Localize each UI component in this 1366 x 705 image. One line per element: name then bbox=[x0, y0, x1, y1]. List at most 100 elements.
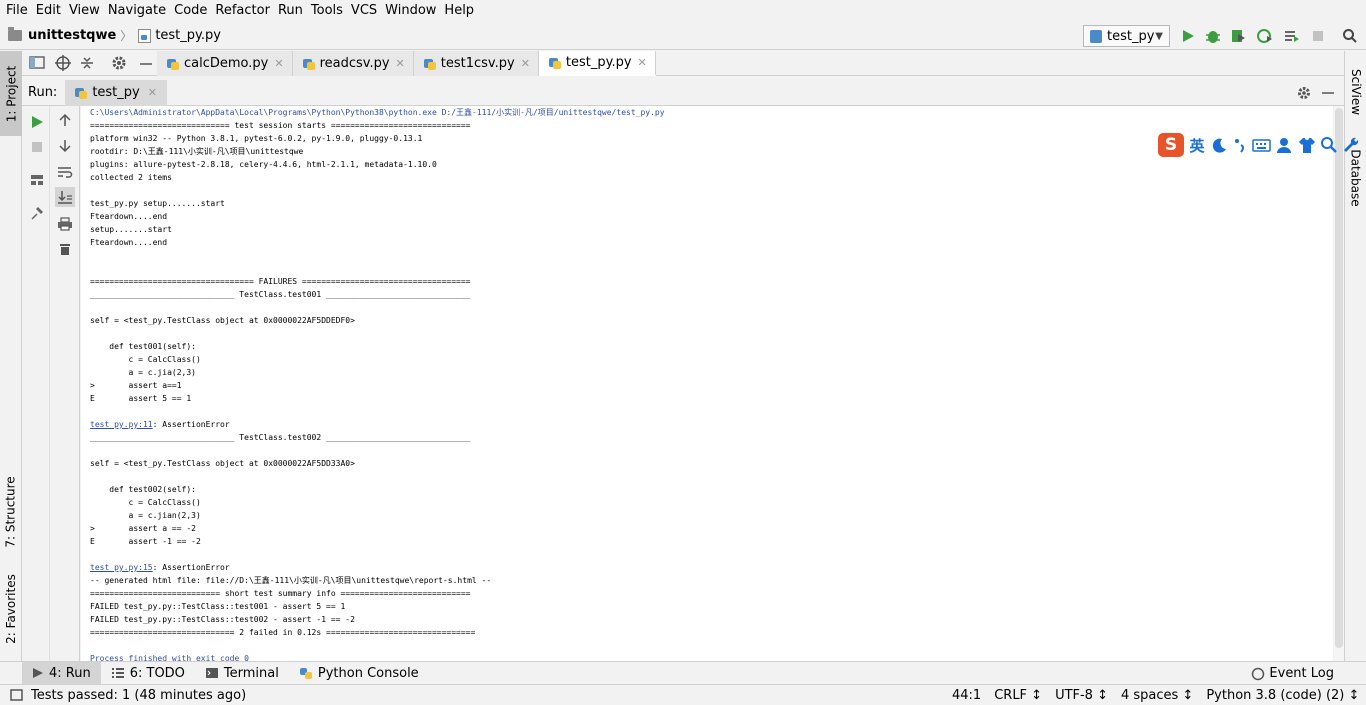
project-tool-tab-label: 1: Project bbox=[4, 65, 18, 122]
breadcrumb-file[interactable]: test_py.py bbox=[155, 28, 221, 43]
menu-code[interactable]: Code bbox=[170, 0, 211, 22]
todo-tool-tab[interactable]: 6: TODO bbox=[101, 662, 195, 685]
menu-vcs[interactable]: VCS bbox=[347, 0, 381, 22]
python-interpreter[interactable]: Python 3.8 (code) (2) ↕ bbox=[1206, 688, 1359, 703]
close-icon[interactable]: ✕ bbox=[521, 57, 530, 70]
run-tab[interactable]: test_py ✕ bbox=[65, 79, 167, 106]
collapse-all-icon[interactable] bbox=[78, 54, 96, 72]
skin-icon[interactable] bbox=[1298, 136, 1316, 154]
console-line: self = <test_py.TestClass object at 0x00… bbox=[90, 459, 355, 468]
run-side-toolbar bbox=[22, 106, 50, 661]
keyboard-icon[interactable] bbox=[1252, 136, 1272, 154]
rerun-button[interactable] bbox=[27, 112, 47, 132]
close-icon[interactable]: ✕ bbox=[638, 56, 647, 69]
python-file-icon bbox=[302, 57, 315, 71]
search-icon[interactable] bbox=[1320, 136, 1338, 154]
restore-layout-button[interactable] bbox=[27, 170, 47, 190]
run-configuration-dropdown[interactable]: test_py ▼ bbox=[1083, 25, 1170, 47]
line-separator[interactable]: CRLF ↕ bbox=[994, 688, 1042, 703]
scroll-to-end-button[interactable] bbox=[55, 187, 75, 207]
sogou-logo-icon[interactable]: S bbox=[1158, 133, 1184, 157]
console-output[interactable]: C:\Users\Administrator\AppData\Local\Pro… bbox=[81, 106, 1333, 661]
console-side-toolbar bbox=[50, 106, 80, 661]
event-log-tab[interactable]: Event Log bbox=[1251, 662, 1334, 685]
gear-icon[interactable] bbox=[1296, 85, 1312, 101]
file-encoding[interactable]: UTF-8 ↕ bbox=[1055, 688, 1108, 703]
editor-tab[interactable]: test1csv.py ✕ bbox=[413, 51, 539, 76]
locate-icon[interactable] bbox=[54, 54, 72, 72]
minimize-icon[interactable] bbox=[138, 55, 154, 71]
wrap-icon bbox=[58, 167, 73, 178]
caret-position[interactable]: 44:1 bbox=[952, 688, 981, 703]
console-line: platform win32 -- Python 3.8.1, pytest-6… bbox=[90, 134, 423, 143]
search-icon bbox=[1343, 29, 1357, 43]
soft-wrap-button[interactable] bbox=[55, 162, 75, 182]
console-line: collected 2 items bbox=[90, 173, 172, 182]
bottom-tool-bar: 4: Run 6: TODO Terminal Python Console E… bbox=[0, 661, 1366, 685]
console-line: a = c.jian(2,3) bbox=[90, 511, 201, 520]
scroll-to-end-icon bbox=[58, 191, 72, 204]
next-occurrence-button[interactable] bbox=[55, 136, 75, 156]
run-concurrency-button[interactable] bbox=[1283, 27, 1301, 45]
run-label: Run: bbox=[28, 85, 58, 100]
console-file-link[interactable]: test_py.py:11 bbox=[90, 420, 153, 429]
console-line: self = <test_py.TestClass object at 0x00… bbox=[90, 316, 355, 325]
stop-button[interactable] bbox=[1309, 27, 1327, 45]
favorites-tool-tab[interactable]: 2: Favorites bbox=[0, 566, 22, 651]
wrench-icon[interactable] bbox=[1342, 136, 1360, 154]
clear-all-button[interactable] bbox=[55, 239, 75, 259]
structure-tool-tab[interactable]: 7: Structure bbox=[0, 469, 22, 554]
moon-icon[interactable] bbox=[1210, 136, 1228, 154]
menu-window[interactable]: Window bbox=[381, 0, 440, 22]
close-icon[interactable]: ✕ bbox=[274, 57, 283, 70]
console-line: ______________________________ TestClass… bbox=[90, 290, 471, 299]
terminal-tool-tab[interactable]: Terminal bbox=[195, 662, 289, 685]
menu-file[interactable]: File bbox=[2, 0, 32, 22]
user-icon[interactable] bbox=[1276, 136, 1294, 154]
sciview-tool-tab-label: SciView bbox=[1349, 68, 1363, 116]
run-tool-header: Run: test_py ✕ bbox=[22, 79, 1344, 106]
debug-button[interactable] bbox=[1204, 27, 1222, 45]
print-button[interactable] bbox=[55, 214, 75, 234]
python-console-tool-tab[interactable]: Python Console bbox=[289, 662, 429, 685]
gear-icon[interactable] bbox=[110, 54, 128, 72]
run-tool-tab[interactable]: 4: Run bbox=[22, 661, 101, 685]
scrollbar-thumb[interactable] bbox=[1335, 108, 1343, 648]
breadcrumb-project[interactable]: unittestqwe bbox=[28, 28, 116, 43]
minimize-icon[interactable] bbox=[1320, 85, 1336, 101]
profile-button[interactable] bbox=[1256, 27, 1274, 45]
console-line: FAILED test_py.py::TestClass::test002 - … bbox=[90, 615, 355, 624]
python-file-icon bbox=[167, 57, 179, 71]
previous-occurrence-button[interactable] bbox=[55, 110, 75, 130]
sciview-tool-tab[interactable]: SciView bbox=[1345, 59, 1366, 125]
punctuation-icon[interactable] bbox=[1232, 136, 1248, 154]
ime-language-toggle[interactable]: 英 bbox=[1188, 135, 1206, 156]
run-button[interactable] bbox=[1179, 27, 1197, 45]
close-icon[interactable]: ✕ bbox=[148, 86, 157, 99]
console-scrollbar[interactable] bbox=[1334, 106, 1344, 661]
menu-run[interactable]: Run bbox=[274, 0, 307, 22]
console-file-link[interactable]: test_py.py:15 bbox=[90, 563, 153, 572]
editor-tab[interactable]: calcDemo.py ✕ bbox=[157, 51, 293, 76]
close-icon[interactable]: ✕ bbox=[396, 57, 405, 70]
pin-tab-button[interactable] bbox=[27, 203, 47, 223]
toggle-tool-windows-icon[interactable] bbox=[10, 688, 24, 702]
layout-icon[interactable] bbox=[28, 54, 46, 72]
menu-edit[interactable]: Edit bbox=[32, 0, 65, 22]
menu-navigate[interactable]: Navigate bbox=[104, 0, 170, 22]
menu-help[interactable]: Help bbox=[440, 0, 478, 22]
menu-view[interactable]: View bbox=[65, 0, 104, 22]
stop-button[interactable] bbox=[27, 137, 47, 157]
menu-refactor[interactable]: Refactor bbox=[211, 0, 274, 22]
indent-setting[interactable]: 4 spaces ↕ bbox=[1121, 688, 1193, 703]
breadcrumb-separator: 〉 bbox=[120, 29, 133, 43]
console-line: =========================== short test s… bbox=[90, 589, 471, 598]
menu-tools[interactable]: Tools bbox=[307, 0, 347, 22]
editor-tab-active[interactable]: test_py.py ✕ bbox=[538, 51, 656, 76]
search-everywhere-button[interactable] bbox=[1341, 27, 1359, 45]
editor-tab[interactable]: readcsv.py ✕ bbox=[292, 51, 414, 76]
project-tool-tab[interactable]: 1: Project bbox=[0, 51, 22, 136]
run-with-coverage-button[interactable] bbox=[1229, 27, 1247, 45]
